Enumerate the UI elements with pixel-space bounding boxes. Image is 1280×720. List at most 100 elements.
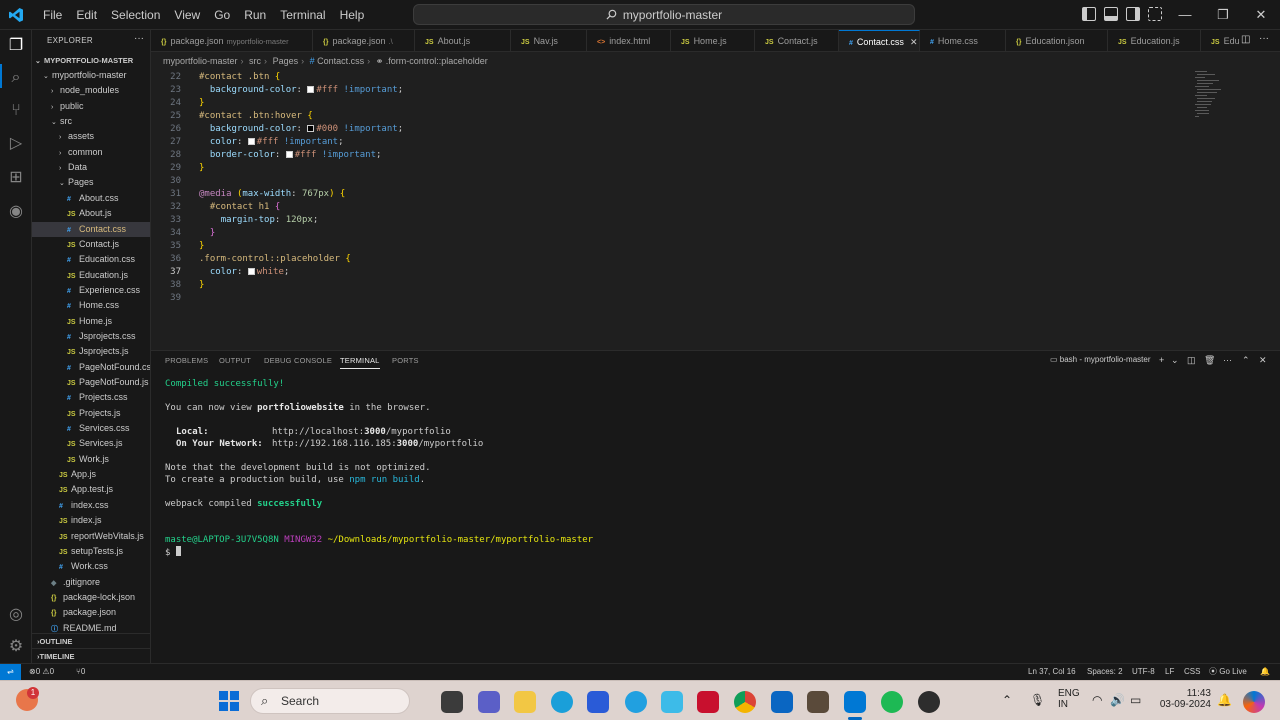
battery-icon[interactable]: ▭ bbox=[1130, 693, 1141, 707]
tree-file[interactable]: # Contact.css bbox=[32, 221, 150, 237]
tree-file[interactable]: JS App.test.js bbox=[32, 482, 150, 497]
tree-file[interactable]: # Jsprojects.css bbox=[32, 329, 150, 344]
account-icon[interactable]: ◎ bbox=[6, 605, 26, 625]
toggle-panel-icon[interactable] bbox=[1104, 7, 1118, 21]
menu-run[interactable]: Run bbox=[237, 0, 273, 30]
tree-file[interactable]: # PageNotFound.css bbox=[32, 360, 150, 375]
language-mode[interactable]: CSS bbox=[1184, 664, 1200, 680]
trash-icon[interactable]: 🗑 bbox=[1204, 355, 1215, 366]
maximize-button[interactable]: ❐ bbox=[1204, 0, 1242, 30]
notifications-bell-icon[interactable]: 🔔 bbox=[1260, 664, 1270, 680]
cursor-position[interactable]: Ln 37, Col 16 bbox=[1028, 664, 1076, 680]
manage-gear-icon[interactable]: ⚙ bbox=[6, 637, 26, 657]
tab-ports[interactable]: PORTS bbox=[392, 356, 419, 365]
customize-layout-icon[interactable] bbox=[1148, 7, 1162, 21]
tree-folder[interactable]: › common bbox=[32, 145, 150, 160]
split-editor-icon[interactable]: ◫ bbox=[1241, 34, 1250, 45]
chevron-up-icon[interactable]: ⌃ bbox=[1002, 693, 1012, 707]
toggle-secondary-sidebar-icon[interactable] bbox=[1126, 7, 1140, 21]
terminal-instance-selector[interactable]: ▭ bash - myportfolio-master bbox=[1050, 355, 1150, 364]
close-icon[interactable]: ✕ bbox=[910, 37, 918, 47]
tree-folder[interactable]: › public bbox=[32, 99, 150, 114]
tab-problems[interactable]: PROBLEMS bbox=[165, 356, 208, 365]
notifications-icon[interactable]: 🔔 bbox=[1217, 693, 1232, 707]
tree-file[interactable]: JS Services.js bbox=[32, 436, 150, 451]
outline-section[interactable]: ›OUTLINE bbox=[32, 633, 150, 648]
ports-status[interactable]: ⑂0 bbox=[76, 664, 85, 680]
tree-file[interactable]: JS App.js bbox=[32, 467, 150, 482]
toggle-primary-sidebar-icon[interactable] bbox=[1082, 7, 1096, 21]
timeline-section[interactable]: ›TIMELINE bbox=[32, 648, 150, 663]
remote-indicator-icon[interactable]: ⇌ bbox=[0, 664, 21, 680]
edge-icon[interactable] bbox=[551, 691, 573, 713]
tree-file[interactable]: JS About.js bbox=[32, 206, 150, 221]
code-editor[interactable]: 22 23 24 25 26 27 28 29 30 31 32 33 34 35 36 37 38 39 #co… bbox=[151, 69, 1280, 349]
tree-file[interactable]: ◆ .gitignore bbox=[32, 575, 150, 590]
minimap[interactable] bbox=[1195, 69, 1235, 119]
close-window-button[interactable]: ✕ bbox=[1242, 0, 1280, 30]
tree-file[interactable]: JS Home.js bbox=[32, 314, 150, 329]
tree-file[interactable]: # Projects.css bbox=[32, 390, 150, 405]
task-view-icon[interactable] bbox=[441, 691, 463, 713]
tab-package-json[interactable]: {} package.json .\ bbox=[313, 30, 415, 51]
tree-file[interactable]: # Experience.css bbox=[32, 283, 150, 298]
tree-file[interactable]: # Education.css bbox=[32, 252, 150, 267]
tab-debug-console[interactable]: DEBUG CONSOLE bbox=[264, 356, 332, 365]
browser-icon[interactable] bbox=[625, 691, 647, 713]
tree-file[interactable]: JS Work.js bbox=[32, 452, 150, 467]
tab-index-html[interactable]: <> index.html bbox=[587, 30, 671, 51]
tab-contact-js[interactable]: JS Contact.js bbox=[755, 30, 839, 51]
tree-file[interactable]: JS Education.js bbox=[32, 268, 150, 283]
explorer-icon[interactable]: ❐ bbox=[6, 36, 26, 56]
tree-file[interactable]: JS Projects.js bbox=[32, 406, 150, 421]
encoding-status[interactable]: UTF-8 bbox=[1132, 664, 1155, 680]
terminal-input[interactable]: $ bbox=[165, 546, 181, 559]
tab-terminal[interactable]: TERMINAL bbox=[340, 356, 380, 369]
tree-folder[interactable]: ⌄ src bbox=[32, 114, 150, 129]
app-icon[interactable] bbox=[661, 691, 683, 713]
breadcrumb-item[interactable]: .form-control::placeholder bbox=[386, 56, 488, 66]
tab-contact-css[interactable]: # Contact.css ✕ bbox=[839, 30, 920, 51]
tab-output[interactable]: OUTPUT bbox=[219, 356, 251, 365]
maximize-panel-icon[interactable]: ⌃ bbox=[1242, 355, 1250, 366]
tree-file[interactable]: # index.css bbox=[32, 498, 150, 513]
indentation-status[interactable]: Spaces: 2 bbox=[1087, 664, 1123, 680]
new-terminal-icon[interactable]: + bbox=[1159, 355, 1164, 365]
menu-help[interactable]: Help bbox=[333, 0, 372, 30]
command-center-search[interactable]: myportfolio-master bbox=[413, 4, 915, 25]
close-panel-icon[interactable]: ✕ bbox=[1259, 355, 1267, 366]
taskbar-search[interactable]: ⌕ Search bbox=[250, 688, 410, 714]
more-actions-icon[interactable]: ··· bbox=[1259, 33, 1269, 44]
tree-folder[interactable]: › assets bbox=[32, 129, 150, 144]
explorer-more-icon[interactable]: ··· bbox=[134, 33, 144, 44]
more-actions-icon[interactable]: ··· bbox=[1223, 355, 1232, 365]
windows-start-icon[interactable] bbox=[219, 691, 239, 711]
microphone-icon[interactable]: 🎙 bbox=[1030, 693, 1045, 707]
teams-icon[interactable] bbox=[478, 691, 500, 713]
tab-education-js[interactable]: JS Education.js bbox=[1108, 30, 1201, 51]
tab-package-json[interactable]: {} package.json myportfolio-master bbox=[151, 30, 313, 51]
tab-home-js[interactable]: JS Home.js bbox=[671, 30, 755, 51]
remote-explorer-icon[interactable]: ◉ bbox=[6, 202, 26, 222]
tree-file[interactable]: JS index.js bbox=[32, 513, 150, 528]
tree-file[interactable]: JS Contact.js bbox=[32, 237, 150, 252]
tree-file[interactable]: # Work.css bbox=[32, 559, 150, 574]
obs-icon[interactable] bbox=[918, 691, 940, 713]
menu-view[interactable]: View bbox=[167, 0, 207, 30]
tree-folder[interactable]: ⌄ myportfolio-master bbox=[32, 68, 150, 83]
tree-file[interactable]: {} package.json bbox=[32, 605, 150, 620]
chevron-down-icon[interactable]: ⌄ bbox=[1171, 355, 1179, 366]
store-icon[interactable] bbox=[587, 691, 609, 713]
menu-edit[interactable]: Edit bbox=[69, 0, 104, 30]
breadcrumb-item[interactable]: myportfolio-master bbox=[163, 56, 238, 66]
source-control-icon[interactable]: ⑂ bbox=[6, 101, 26, 121]
language-indicator[interactable]: ENG IN bbox=[1058, 688, 1080, 710]
wifi-icon[interactable]: ◠ bbox=[1092, 693, 1102, 707]
run-debug-icon[interactable]: ▷ bbox=[6, 134, 26, 154]
tab-home-css[interactable]: # Home.css bbox=[920, 30, 1006, 51]
menu-file[interactable]: File bbox=[36, 0, 69, 30]
problems-status[interactable]: ⊗0 ⚠0 bbox=[29, 664, 54, 680]
clock[interactable]: 11:43 03-09-2024 bbox=[1155, 688, 1211, 710]
breadcrumb-item[interactable]: src bbox=[249, 56, 261, 66]
eol-status[interactable]: LF bbox=[1165, 664, 1174, 680]
